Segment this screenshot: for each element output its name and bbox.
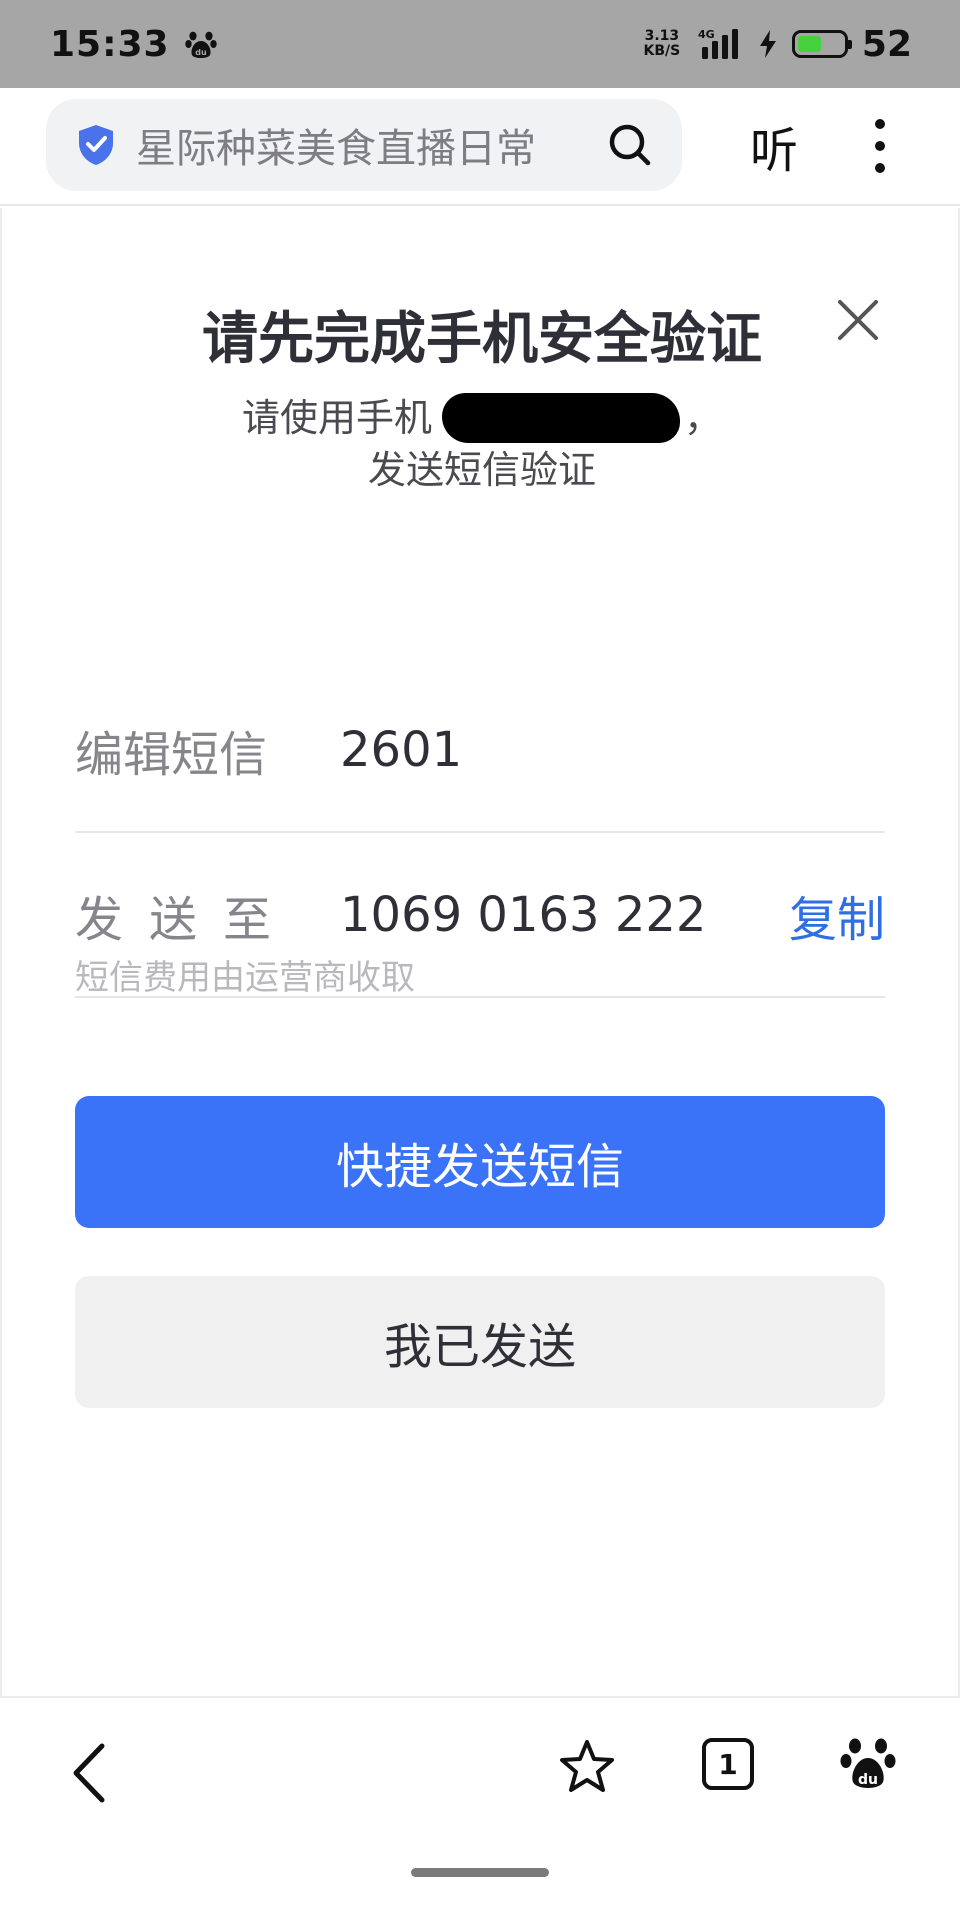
page-title: 请先完成手机安全验证 [202,307,762,372]
shield-icon [79,125,113,165]
address-text: 星际种菜美食直播日常 [136,126,536,172]
quick-send-sms-button[interactable]: 快捷发送短信 [75,1096,885,1228]
instruction-prefix: 请使用手机 [241,396,432,440]
network-type: 4G [698,28,715,41]
battery-fill [797,36,821,52]
instruction-suffix: ， [684,396,723,440]
network-speed: 3.13 KB/S [640,29,684,59]
fee-note: 短信费用由运营商收取 [75,958,415,998]
status-bar: 15:33 du 3.13 KB/S 4G 52 [0,0,960,88]
tabs-icon[interactable]: 1 [702,1738,754,1790]
close-icon[interactable] [834,296,882,344]
instruction-text: 请使用手机 ， 发送短信验证 [2,392,960,496]
instruction-line-2: 发送短信验证 [367,448,596,492]
svg-text:du: du [858,1772,878,1788]
listen-button[interactable]: 听 [744,114,804,179]
network-speed-unit: KB/S [643,43,681,59]
copy-button[interactable]: 复制 [789,880,885,950]
svg-text:du: du [195,48,207,57]
recipient-number: 1069 0163 222 [340,886,707,943]
signal-icon: 4G [698,28,738,59]
bottom-navigation: 1 du [0,1696,960,1920]
already-sent-button[interactable]: 我已发送 [75,1276,885,1408]
more-vertical-icon[interactable] [860,116,900,176]
status-indicators: 3.13 KB/S 4G 52 [640,24,912,65]
paw-icon: du [184,31,217,58]
instruction-line-1: 请使用手机 ， [2,392,960,444]
search-icon[interactable] [606,121,654,169]
status-time: 15:33 [50,23,170,65]
battery-icon [791,30,852,58]
star-icon[interactable] [558,1738,616,1796]
send-to-label: 发送至 [75,891,298,948]
network-speed-value: 3.13 [644,28,680,44]
back-icon[interactable] [66,1738,116,1808]
battery-level: 52 [861,23,912,65]
sms-content-value: 2601 [340,721,463,778]
browser-toolbar: 星际种菜美食直播日常 听 [0,88,960,206]
charging-bolt-icon [759,30,776,58]
redacted-phone-number [442,393,680,443]
address-bar[interactable]: 星际种菜美食直播日常 [46,99,682,191]
edit-sms-label: 编辑短信 [75,726,268,783]
edit-sms-row: 编辑短信 2601 [75,668,885,833]
paw-icon[interactable]: du [840,1734,896,1794]
home-indicator[interactable] [411,1868,549,1877]
